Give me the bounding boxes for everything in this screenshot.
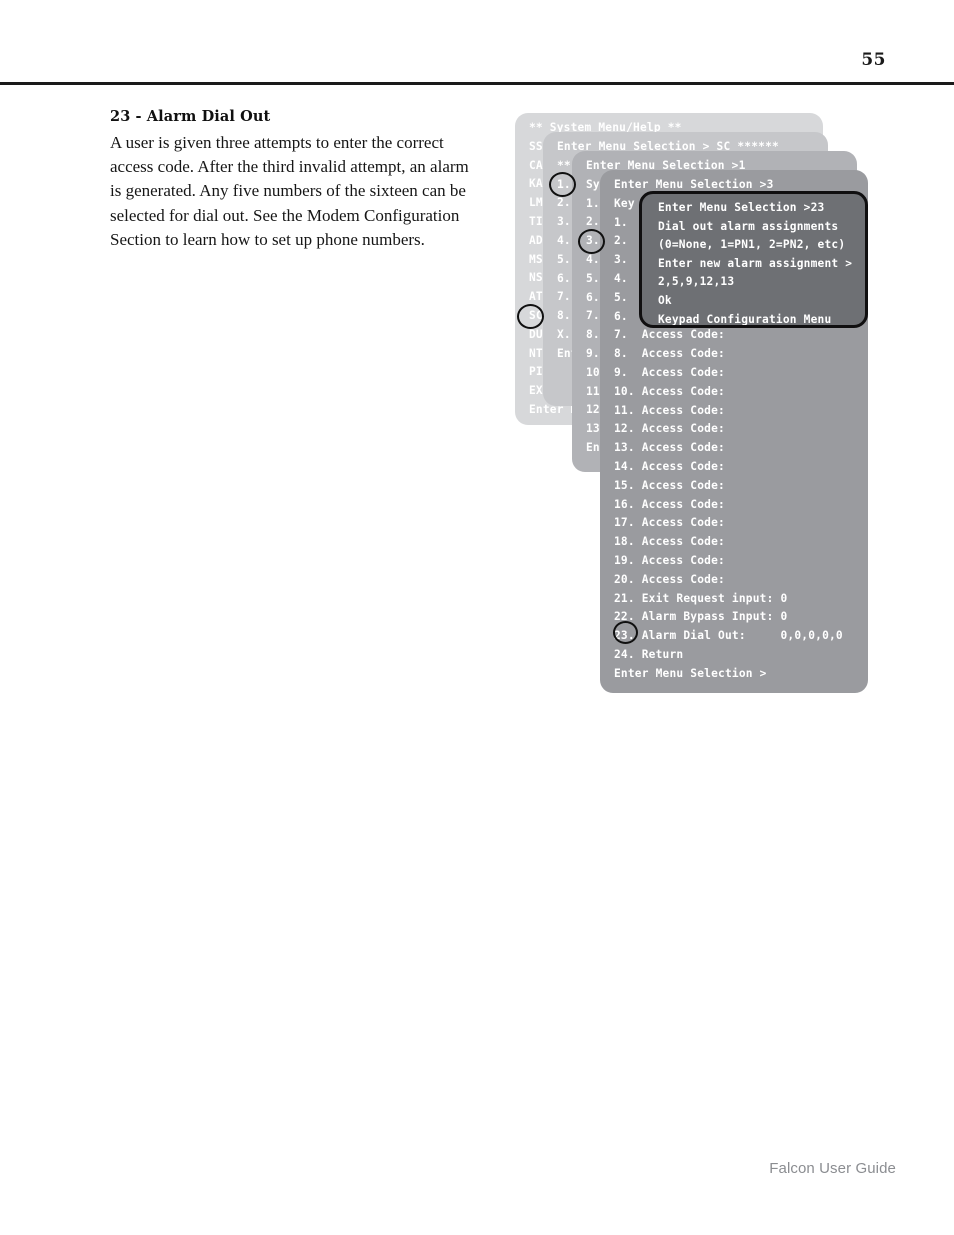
terminal-line: Enter Menu Selection > — [614, 666, 767, 680]
annotation-circle-menu-23 — [613, 621, 638, 644]
terminal-line: 14. Access Code: — [614, 459, 725, 473]
annotation-circle-menu-1 — [549, 172, 576, 197]
footer-guide-title: Falcon User Guide — [769, 1160, 896, 1177]
terminal-line: Ok — [658, 293, 672, 307]
terminal-line: 16. Access Code: — [614, 497, 725, 511]
terminal-line: 10. Access Code: — [614, 384, 725, 398]
terminal-line: 12. Access Code: — [614, 422, 725, 436]
terminal-line: 13. Access Code: — [614, 441, 725, 455]
terminal-line: 21. Exit Request input: 0 — [614, 591, 788, 605]
terminal-line: 18. Access Code: — [614, 535, 725, 549]
terminal-line: 15. Access Code: — [614, 478, 725, 492]
terminal-line: 19. Access Code: — [614, 553, 725, 567]
annotation-circle-menu-3 — [578, 229, 605, 254]
terminal-line: 23. Alarm Dial Out: 0,0,0,0,0 — [614, 629, 843, 643]
terminal-line: 7. Access Code: — [614, 328, 725, 342]
terminal-line: 2,5,9,12,13 — [658, 275, 735, 289]
terminal-line: 11. Access Code: — [614, 403, 725, 417]
terminal-line: 20. Access Code: — [614, 572, 725, 586]
terminal-line: Enter new alarm assignment > — [658, 256, 853, 270]
terminal-line: Dial out alarm assignments — [658, 219, 839, 233]
terminal-line: 17. Access Code: — [614, 516, 725, 530]
terminal-line: 24. Return — [614, 647, 684, 661]
terminal-screenshot-stack: ** System Menu/Help **SS - CA - KA - LM … — [0, 0, 954, 760]
terminal-line: 8. Access Code: — [614, 347, 725, 361]
terminal-line: (0=None, 1=PN1, 2=PN2, etc) — [658, 238, 846, 252]
annotation-circle-menu-sc — [517, 304, 544, 329]
terminal-line: Enter Menu Selection >23 — [658, 201, 825, 214]
terminal-window-alarm-dial-out-callout: Enter Menu Selection >23 Dial out alarm a… — [639, 191, 868, 328]
terminal-line: 22. Alarm Bypass Input: 0 — [614, 610, 788, 624]
terminal-line: 9. Access Code: — [614, 365, 725, 379]
terminal-line: Keypad Configuration Menu — [658, 312, 832, 326]
